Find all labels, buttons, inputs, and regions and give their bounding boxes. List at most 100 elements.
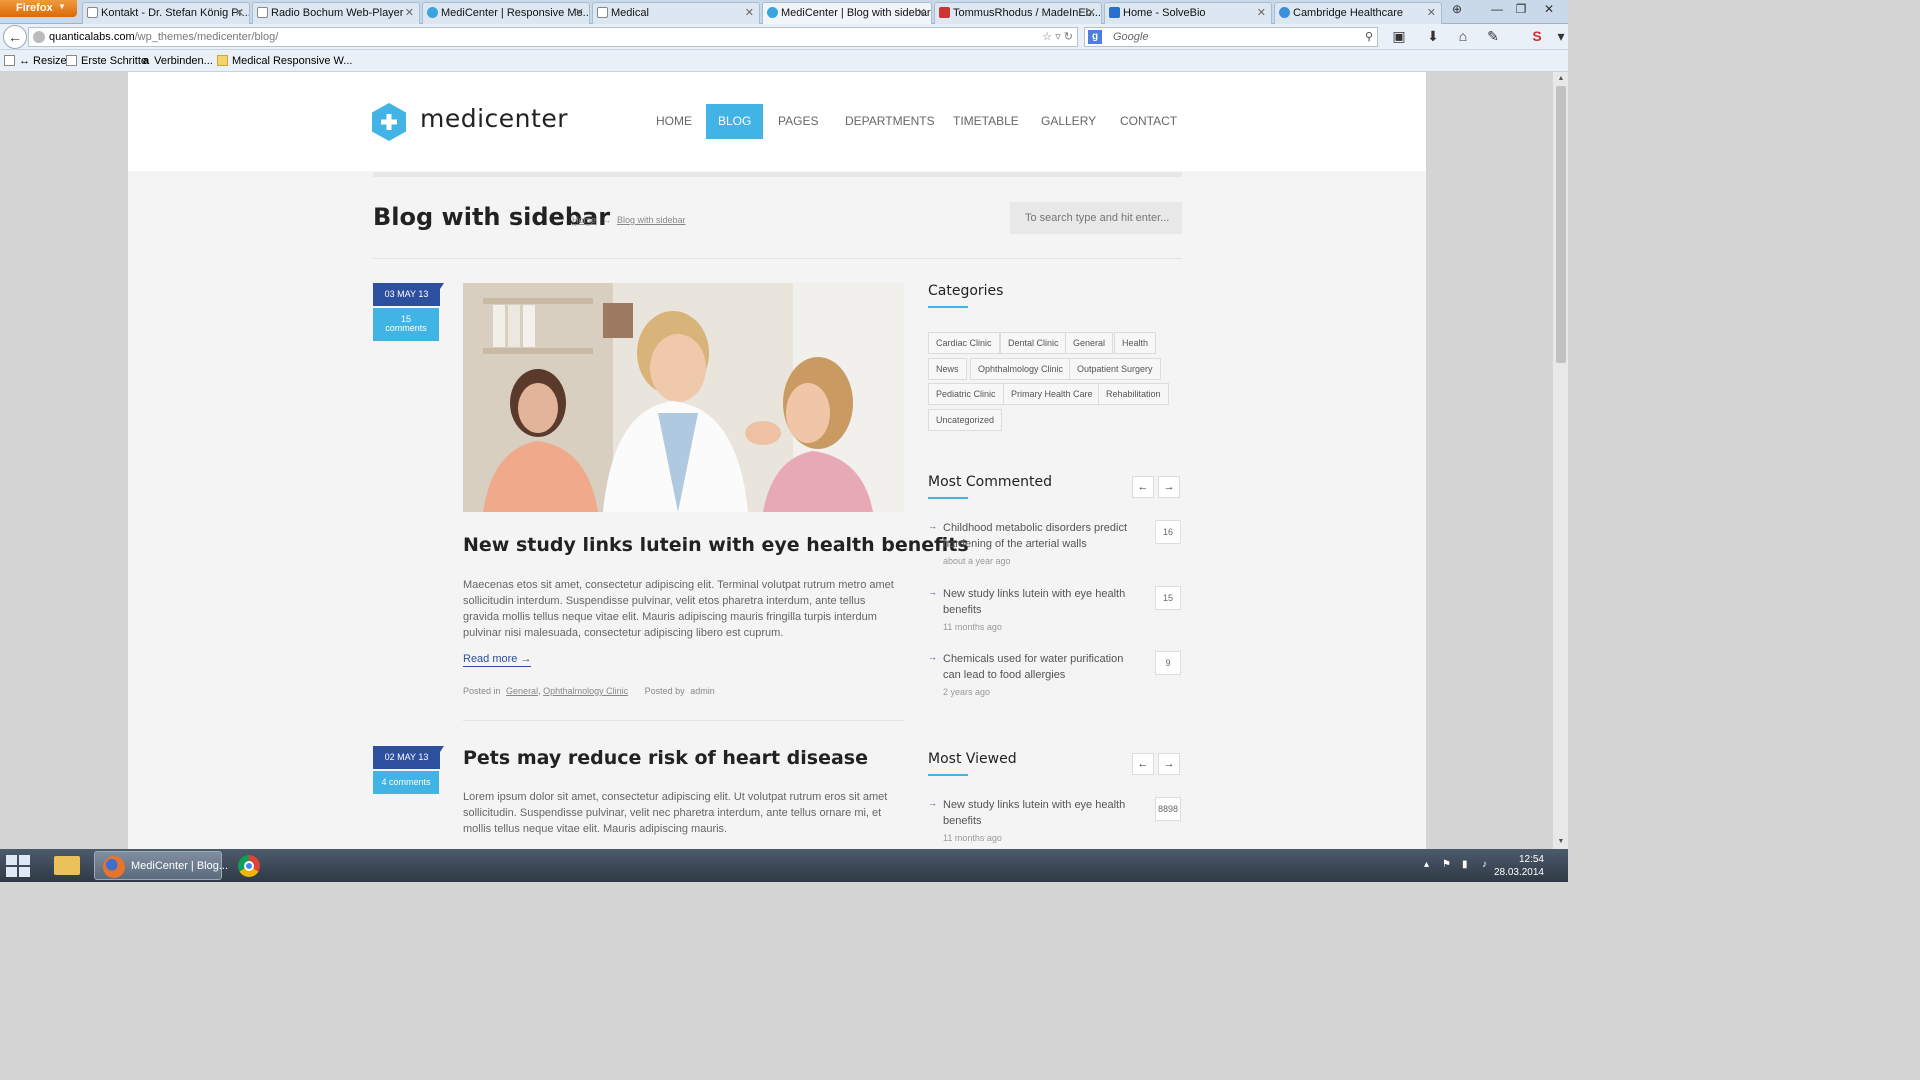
google-icon[interactable]: g xyxy=(1088,30,1102,44)
category-tag[interactable]: Primary Health Care xyxy=(1003,383,1101,405)
file-explorer-icon[interactable] xyxy=(48,851,88,880)
category-tag[interactable]: Pediatric Clinic xyxy=(928,383,1004,405)
post-link[interactable]: New study links lutein with eye health b… xyxy=(943,586,1143,618)
bookmark-item[interactable]: Medical Responsive W... xyxy=(217,55,352,67)
bookmark-item[interactable]: a Verbinden... xyxy=(143,55,213,67)
taskbar-firefox-app[interactable]: MediCenter | Blog... xyxy=(94,851,228,880)
bookmarks-menu-icon[interactable]: ▣ xyxy=(1388,28,1410,45)
addon-icon[interactable]: ✎ xyxy=(1482,28,1504,45)
browser-tab[interactable]: Radio Bochum Web-Player ✕ xyxy=(252,2,420,24)
prev-arrow-button[interactable]: ← xyxy=(1132,753,1154,775)
scroll-down-icon[interactable]: ▼ xyxy=(1553,835,1569,849)
close-icon[interactable]: ✕ xyxy=(1427,3,1436,23)
url-bar[interactable]: quanticalabs.com/wp_themes/medicenter/bl… xyxy=(28,27,1078,47)
post-featured-image[interactable] xyxy=(463,283,904,512)
folder-icon xyxy=(217,55,228,66)
browser-tab[interactable]: Medical ✕ xyxy=(592,2,760,24)
history-dropdown-icon[interactable]: ▿ xyxy=(1055,31,1061,43)
post-excerpt: Maecenas etos sit amet, consectetur adip… xyxy=(463,579,894,639)
scroll-up-icon[interactable]: ▲ xyxy=(1553,72,1569,86)
windows-taskbar: MediCenter | Blog... ▴ ⚑ ▮ ♪ 12:54 28.03… xyxy=(0,849,1568,882)
breadcrumb-home-link[interactable]: Home xyxy=(572,215,596,225)
browser-tab[interactable]: Cambridge Healthcare ✕ xyxy=(1274,2,1442,24)
browser-tab[interactable]: MediCenter | Responsive Me... ✕ xyxy=(422,2,590,24)
close-icon[interactable]: ✕ xyxy=(405,3,414,23)
close-icon[interactable]: ✕ xyxy=(1087,3,1096,23)
menu-item-departments[interactable]: DEPARTMENTS xyxy=(833,104,947,139)
category-link[interactable]: General xyxy=(506,686,538,696)
tab-list-icon[interactable]: ⊕ xyxy=(1444,0,1470,18)
page-icon xyxy=(66,55,77,66)
breadcrumb-current-link[interactable]: Blog with sidebar xyxy=(617,215,686,225)
menu-item-gallery[interactable]: GALLERY xyxy=(1029,104,1108,139)
taskbar-clock[interactable]: 12:54 28.03.2014 xyxy=(1494,853,1544,879)
browser-tab[interactable]: TommusRhodus / MadeInEb... ✕ xyxy=(934,2,1102,24)
menu-item-contact[interactable]: CONTACT xyxy=(1108,104,1189,139)
tab-label: Kontakt - Dr. Stefan König Pr... xyxy=(101,7,250,19)
chrome-icon[interactable] xyxy=(230,851,270,880)
downloads-icon[interactable]: ⬇ xyxy=(1422,28,1444,45)
post-comments-badge[interactable]: 15 comments xyxy=(373,308,439,341)
windows-start-icon[interactable] xyxy=(6,855,32,877)
category-link[interactable]: Ophthalmology Clinic xyxy=(543,686,628,696)
vertical-scrollbar[interactable]: ▲ ▼ xyxy=(1552,72,1568,849)
tray-expand-icon[interactable]: ▴ xyxy=(1424,859,1429,870)
search-bar[interactable]: g Google ⚲ xyxy=(1084,27,1378,47)
post-comments-badge[interactable]: 4 comments xyxy=(373,771,439,794)
browser-tab-active[interactable]: MediCenter | Blog with sidebar ✕ xyxy=(762,2,932,24)
s-addon-icon[interactable]: S xyxy=(1526,28,1548,44)
post-title[interactable]: Pets may reduce risk of heart disease xyxy=(463,747,868,769)
category-tag[interactable]: Dental Clinic xyxy=(1000,332,1067,354)
category-tag[interactable]: Uncategorized xyxy=(928,409,1003,431)
next-arrow-button[interactable]: → xyxy=(1158,476,1180,498)
close-icon[interactable]: ✕ xyxy=(745,3,754,23)
bookmark-item[interactable]: Erste Schritte xyxy=(66,55,147,67)
browser-tab[interactable]: Kontakt - Dr. Stefan König Pr... ✕ xyxy=(82,2,250,24)
read-more-link[interactable]: Read more → xyxy=(463,653,532,667)
close-icon[interactable]: ✕ xyxy=(575,3,584,23)
site-logo-text[interactable]: medicenter xyxy=(420,104,568,133)
close-icon[interactable]: ✕ xyxy=(917,3,926,23)
bookmark-item[interactable]: ↔ Resizer xyxy=(4,55,70,67)
category-tag[interactable]: Outpatient Surgery xyxy=(1069,358,1161,380)
post-link[interactable]: New study links lutein with eye health b… xyxy=(943,797,1143,829)
menu-item-pages[interactable]: PAGES xyxy=(766,104,830,139)
scrollbar-thumb[interactable] xyxy=(1556,86,1566,363)
site-identity-icon[interactable] xyxy=(33,31,45,43)
post-link[interactable]: Chemicals used for water purification ca… xyxy=(943,651,1143,683)
category-tag[interactable]: Cardiac Clinic xyxy=(928,332,1000,354)
close-window-icon[interactable]: ✕ xyxy=(1536,0,1562,18)
close-icon[interactable]: ✕ xyxy=(1257,3,1266,23)
home-icon[interactable]: ⌂ xyxy=(1452,28,1474,44)
post-author[interactable]: admin xyxy=(690,686,715,696)
prev-arrow-button[interactable]: ← xyxy=(1132,476,1154,498)
browser-tab[interactable]: Home - SolveBio ✕ xyxy=(1104,2,1272,24)
post-title[interactable]: New study links lutein with eye health b… xyxy=(463,534,969,556)
menu-item-blog[interactable]: BLOG xyxy=(706,104,764,139)
medicenter-logo-icon[interactable] xyxy=(372,103,406,141)
volume-icon[interactable]: ♪ xyxy=(1482,859,1487,870)
post-link[interactable]: Childhood metabolic disorders predict ha… xyxy=(943,520,1143,552)
site-search-input[interactable] xyxy=(1010,202,1182,234)
minimize-icon[interactable]: — xyxy=(1484,0,1510,18)
close-icon[interactable]: ✕ xyxy=(235,3,244,23)
restore-icon[interactable]: ❐ xyxy=(1508,0,1534,18)
category-tag[interactable]: Rehabilitation xyxy=(1098,383,1169,405)
network-icon[interactable]: ▮ xyxy=(1462,859,1468,870)
search-icon[interactable]: ⚲ xyxy=(1365,28,1373,46)
category-tag[interactable]: Health xyxy=(1114,332,1157,354)
menu-item-timetable[interactable]: TIMETABLE xyxy=(941,104,1031,139)
next-arrow-button[interactable]: → xyxy=(1158,753,1180,775)
category-tag[interactable]: News xyxy=(928,358,967,380)
bookmark-star-icon[interactable]: ☆ xyxy=(1042,31,1052,43)
post-meta: Posted in General, Ophthalmology Clinic … xyxy=(463,686,715,696)
menu-item-home[interactable]: HOME xyxy=(644,104,704,139)
category-tag[interactable]: General xyxy=(1065,332,1114,354)
action-center-icon[interactable]: ⚑ xyxy=(1442,859,1451,870)
tab-label: Cambridge Healthcare xyxy=(1293,7,1404,19)
reload-icon[interactable]: ↻ xyxy=(1064,31,1073,43)
category-tag[interactable]: Ophthalmology Clinic xyxy=(970,358,1072,380)
bookmark-label: Medical Responsive W... xyxy=(232,55,353,67)
menu-overflow-icon[interactable]: ▾ xyxy=(1550,28,1572,45)
back-arrow-icon[interactable]: ← xyxy=(3,25,27,49)
